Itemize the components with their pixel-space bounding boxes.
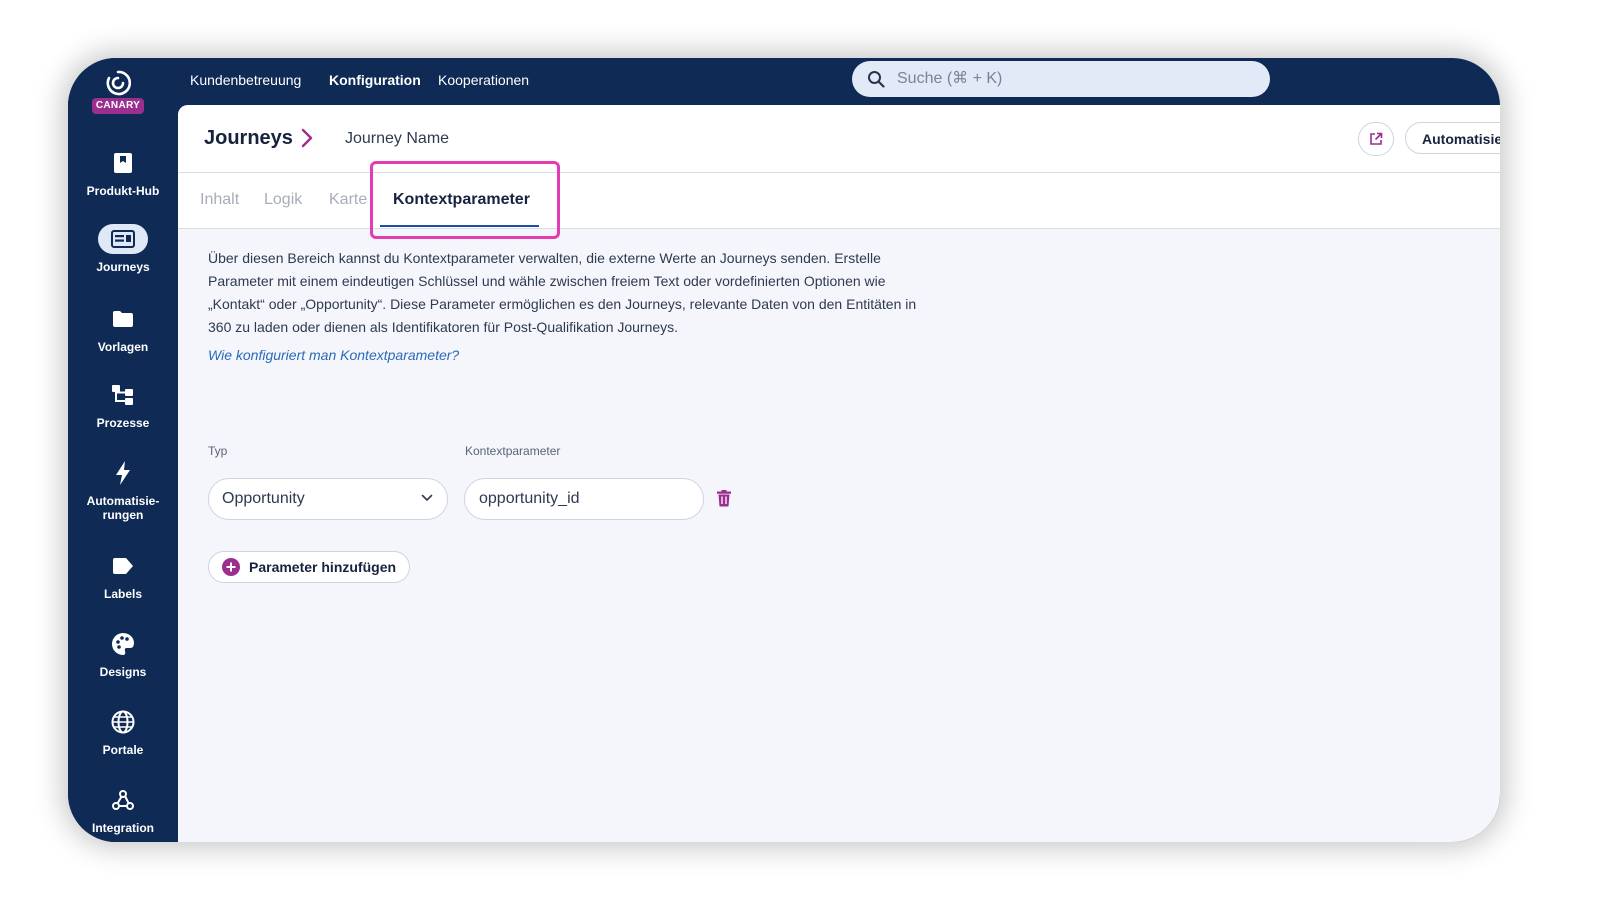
logo-badge: CANARY: [92, 98, 144, 114]
chevron-right-icon: [301, 128, 313, 148]
folder-icon: [98, 304, 148, 334]
sidebar-label: Journeys: [96, 260, 150, 274]
journey-icon: [98, 224, 148, 254]
sidebar-label: Labels: [103, 587, 142, 601]
sidebar-item-labels[interactable]: Labels: [68, 551, 178, 601]
lightning-icon: [98, 458, 148, 488]
globe-icon: [98, 707, 148, 737]
search-bar[interactable]: [852, 61, 1270, 97]
app-window: CANARY Produkt-Hub Journeys Vorlagen Pro: [68, 58, 1500, 842]
add-parameter-label: Parameter hinzufügen: [249, 559, 397, 575]
sidebar-label: Produkt-Hub: [86, 184, 160, 198]
top-nav-kundenbetreuung[interactable]: Kundenbetreuung: [190, 72, 301, 88]
automation-button[interactable]: Automatisier: [1405, 122, 1500, 154]
param-label: Kontextparameter: [465, 444, 561, 458]
bookmark-icon: [98, 148, 148, 178]
breadcrumb-current: Journey Name: [345, 130, 450, 147]
type-label: Typ: [208, 444, 228, 458]
tab-highlight-frame: [370, 161, 560, 239]
type-select-value: Opportunity: [222, 490, 305, 507]
sidebar-label-line2: rungen: [102, 508, 144, 522]
sidebar-item-prozesse[interactable]: Prozesse: [68, 380, 178, 430]
sidebar-label: Automatisie-rungen: [68, 494, 178, 522]
tab-karte[interactable]: Karte: [329, 191, 367, 209]
process-icon: [98, 380, 148, 410]
tab-logik[interactable]: Logik: [264, 191, 302, 209]
canary-logo-icon: [106, 70, 131, 96]
trash-icon[interactable]: [717, 490, 731, 507]
content-section: Über diesen Bereich kannst du Kontextpar…: [208, 247, 928, 363]
top-nav: Kundenbetreuung Konfiguration Kooperatio…: [178, 58, 1500, 105]
sidebar-label-line1: Automatisie-: [86, 494, 160, 508]
sidebar-label: Vorlagen: [97, 340, 149, 354]
external-link-icon: [1370, 132, 1383, 145]
sidebar-item-produkt-hub[interactable]: Produkt-Hub: [68, 148, 178, 198]
sidebar-item-portale[interactable]: Portale: [68, 707, 178, 757]
main-panel: Journeys Journey Name Automatisier Inhal…: [178, 105, 1500, 842]
search-input[interactable]: [895, 69, 1239, 89]
logo[interactable]: CANARY: [92, 70, 144, 118]
label-icon: [98, 551, 148, 581]
breadcrumb-journeys[interactable]: Journeys: [204, 127, 293, 150]
sidebar-label: Portale: [102, 743, 144, 757]
plus-circle-icon: [222, 558, 240, 576]
sidebar-item-automatisierungen[interactable]: Automatisie-rungen: [68, 458, 178, 522]
sidebar: CANARY Produkt-Hub Journeys Vorlagen Pro: [68, 58, 178, 842]
description-text: Über diesen Bereich kannst du Kontextpar…: [208, 250, 917, 335]
help-link[interactable]: Wie konfiguriert man Kontextparameter?: [208, 347, 928, 363]
type-select[interactable]: Opportunity: [208, 478, 448, 520]
search-icon: [868, 71, 885, 88]
sidebar-label: Designs: [99, 665, 147, 679]
chevron-down-icon: [421, 494, 433, 502]
param-key-input[interactable]: [464, 478, 704, 520]
sidebar-item-journeys[interactable]: Journeys: [68, 224, 178, 274]
add-parameter-button[interactable]: Parameter hinzufügen: [208, 551, 410, 583]
top-nav-kooperationen[interactable]: Kooperationen: [438, 72, 529, 88]
palette-icon: [98, 629, 148, 659]
sidebar-item-integration[interactable]: Integration: [68, 785, 178, 835]
tab-inhalt[interactable]: Inhalt: [200, 191, 239, 209]
open-external-button[interactable]: [1358, 122, 1394, 156]
sidebar-label: Integration: [92, 821, 154, 835]
top-nav-konfiguration[interactable]: Konfiguration: [329, 72, 421, 88]
sidebar-item-designs[interactable]: Designs: [68, 629, 178, 679]
webhook-icon: [98, 785, 148, 815]
sidebar-item-vorlagen[interactable]: Vorlagen: [68, 304, 178, 354]
sidebar-label: Prozesse: [96, 416, 150, 430]
